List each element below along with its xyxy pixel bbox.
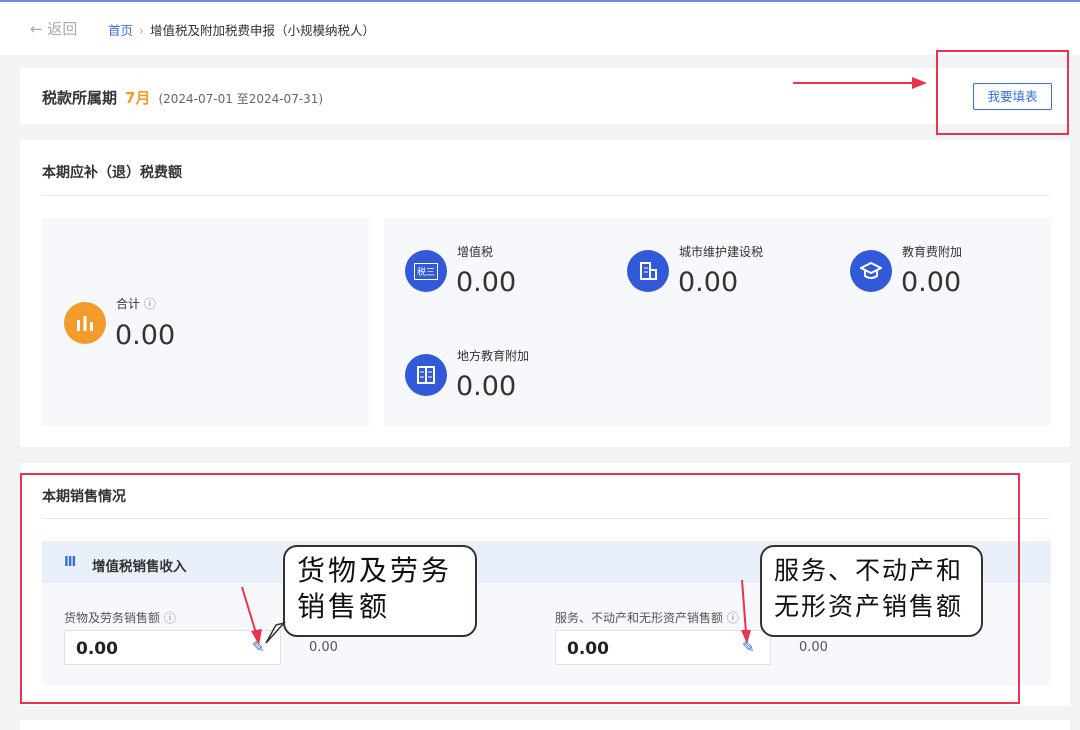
period-month: 7月 — [125, 89, 151, 107]
tax-item-label: 城市维护建设税 — [679, 245, 764, 259]
tax-item-label: 教育费附加 — [902, 245, 963, 259]
tax-doc-icon: 税三 — [405, 250, 447, 292]
annotation-arrow — [741, 579, 751, 644]
breadcrumb-home[interactable]: 首页 — [108, 23, 133, 38]
tax-item-value: 0.00 — [678, 267, 739, 298]
tax-item-label: 增值税 — [457, 245, 494, 259]
divider — [42, 195, 1050, 196]
book-icon — [405, 354, 447, 396]
tax-item-value: 0.00 — [456, 371, 517, 402]
chart-bars-icon — [64, 302, 106, 344]
callout-service: 服务、不动产和 无形资产销售额 — [760, 545, 983, 637]
breadcrumb-separator: › — [139, 23, 145, 38]
callout-goods: 货物及劳务 销售额 — [283, 545, 477, 637]
period-info: 税款所属期 7月 (2024-07-01 至2024-07-31) — [42, 87, 323, 108]
tax-item-value: 0.00 — [901, 267, 962, 298]
back-button[interactable]: ← 返回 — [30, 18, 77, 39]
breadcrumb-current: 增值税及附加税费申报（小规模纳税人） — [150, 23, 376, 38]
total-label: 合计 ⓘ — [116, 297, 156, 311]
total-value: 0.00 — [115, 320, 176, 351]
building-icon — [627, 250, 669, 292]
period-range: (2024-07-01 至2024-07-31) — [158, 92, 324, 106]
info-icon[interactable]: ⓘ — [144, 297, 156, 311]
tax-item-label: 地方教育附加 — [457, 349, 530, 363]
tax-due-title: 本期应补（退）税费额 — [42, 165, 182, 181]
breadcrumb: 首页 › 增值税及附加税费申报（小规模纳税人） — [108, 20, 375, 39]
highlight-box — [936, 50, 1069, 135]
period-label: 税款所属期 — [42, 89, 118, 107]
annotation-arrow — [241, 586, 286, 645]
annotation-arrow — [793, 77, 927, 89]
graduation-cap-icon — [850, 250, 892, 292]
tax-item-value: 0.00 — [456, 267, 517, 298]
